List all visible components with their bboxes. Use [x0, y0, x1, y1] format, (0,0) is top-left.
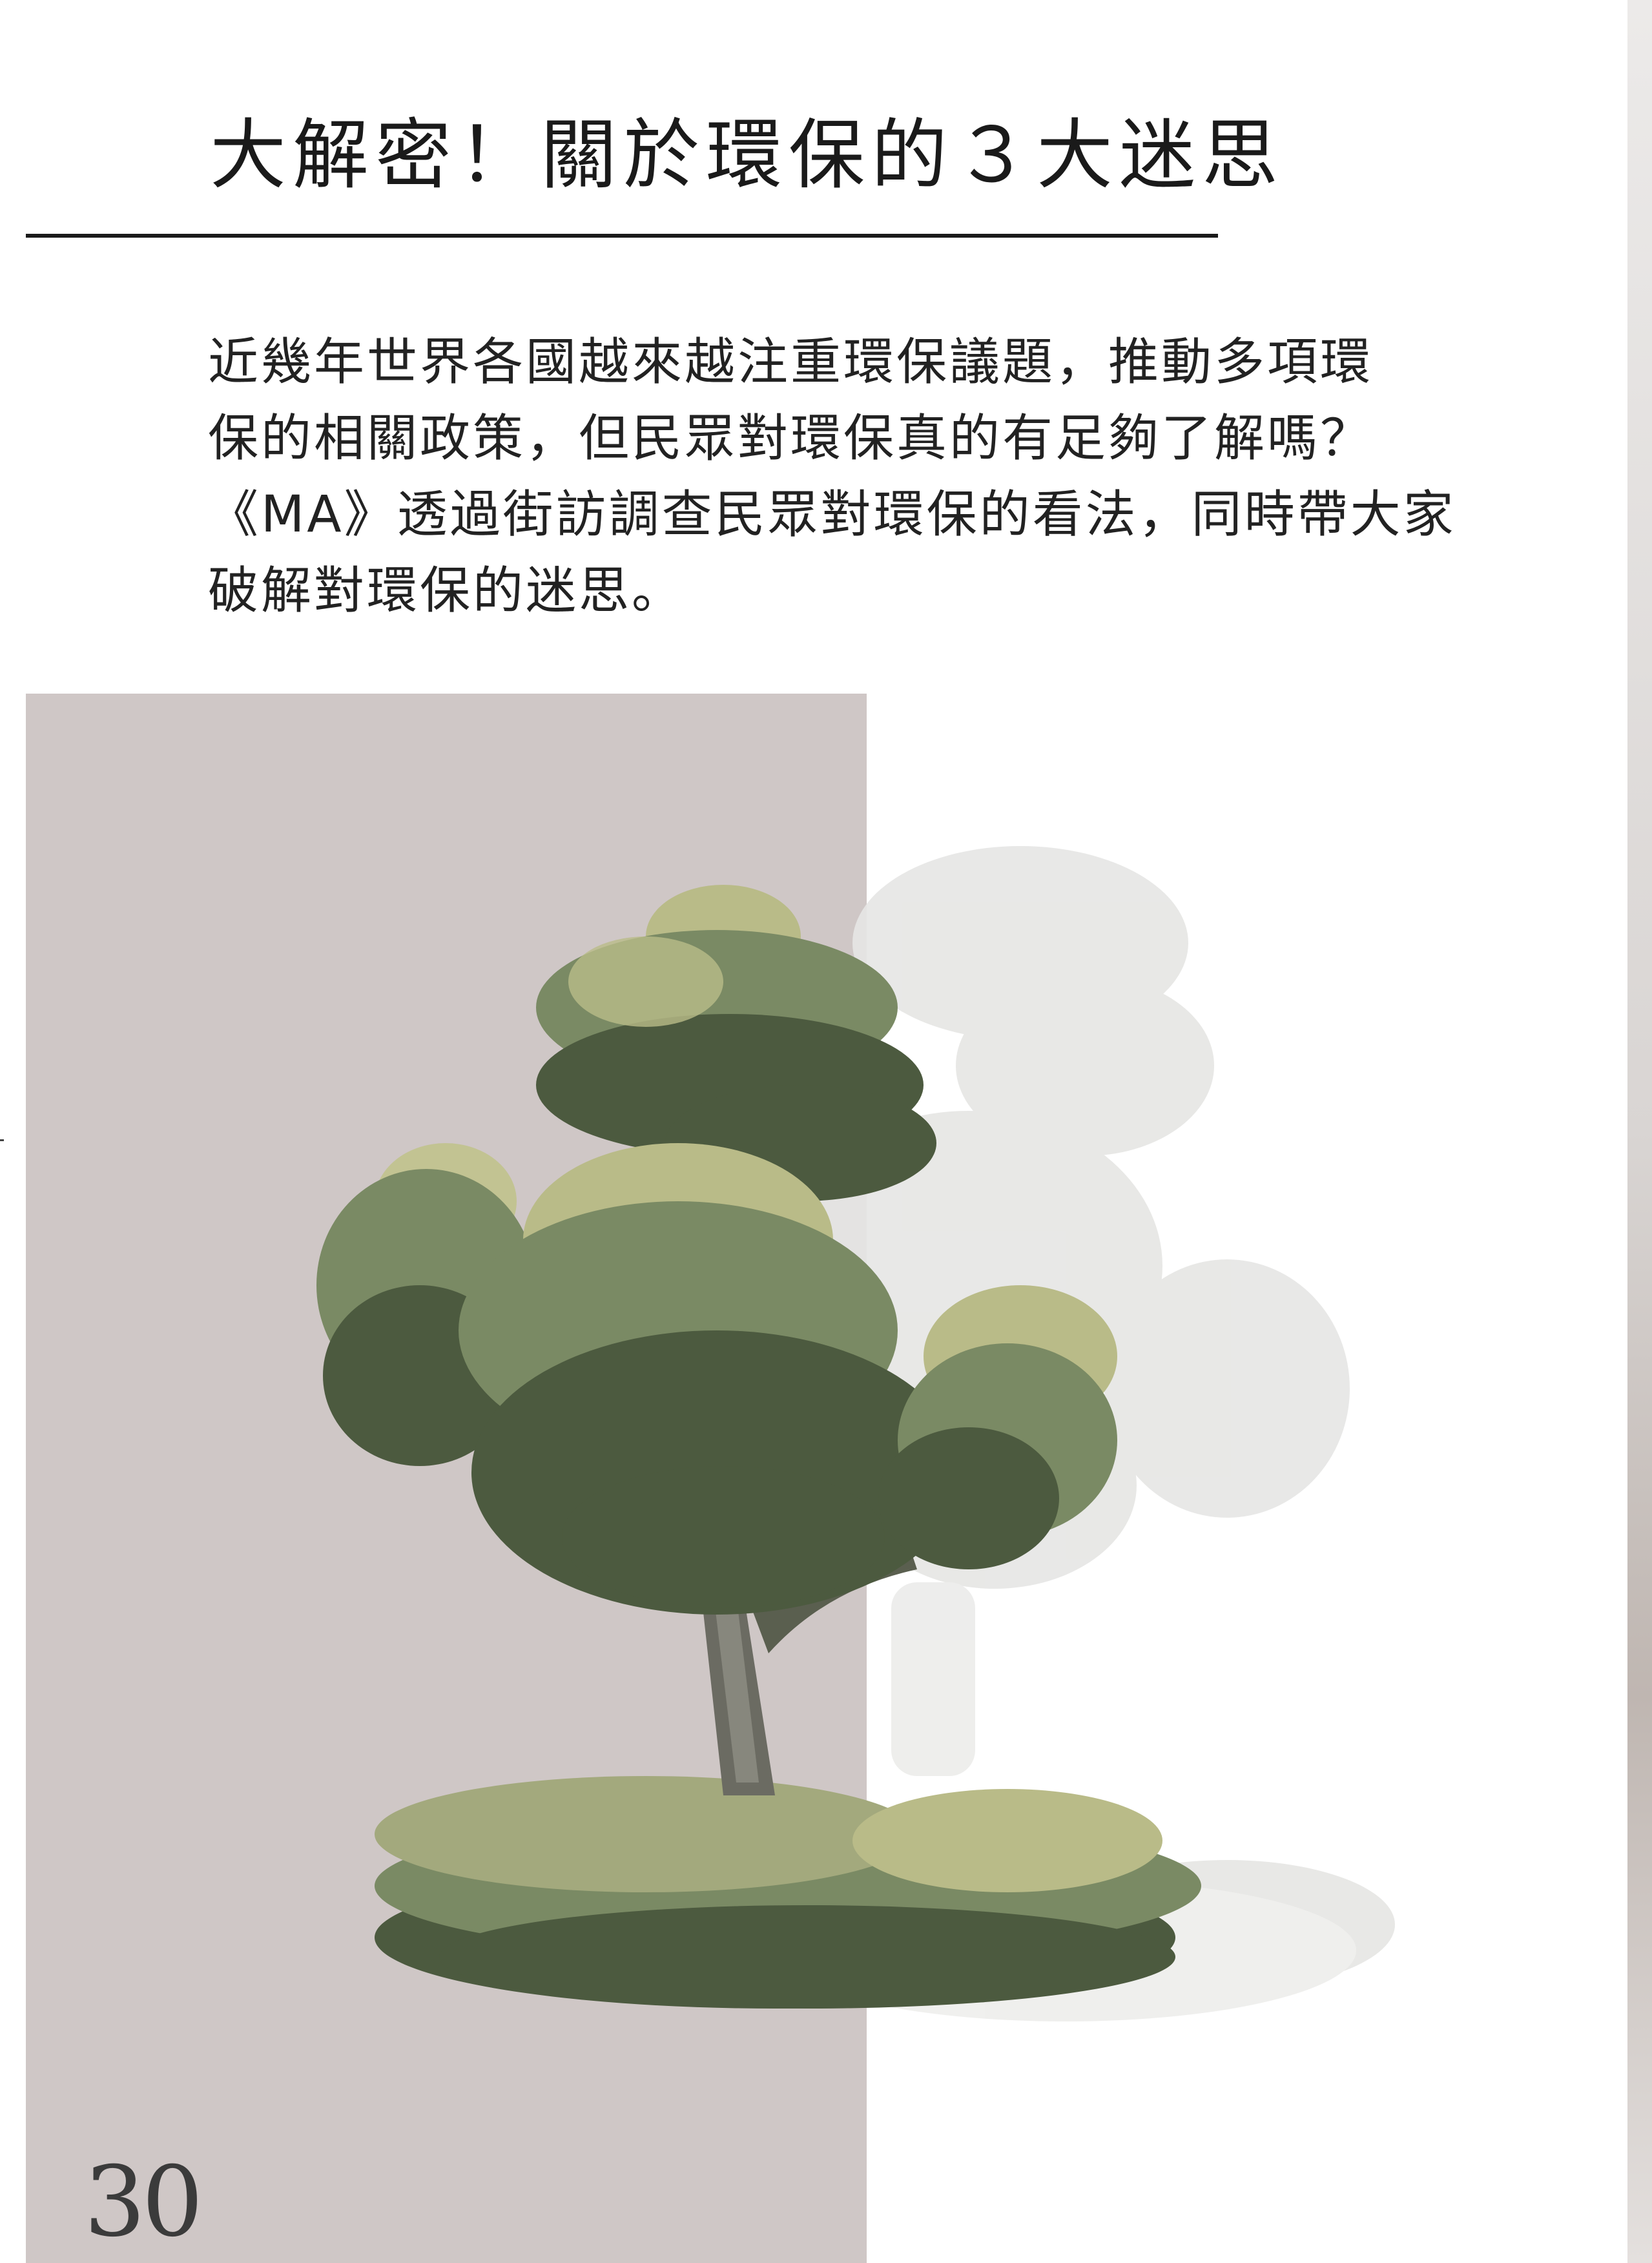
intro-line: 破解對環保的迷思。: [208, 562, 685, 620]
adjacent-page-edge: [1627, 0, 1652, 2263]
article-title: 大解密！關於環保的３大迷思: [210, 110, 1285, 200]
crop-mark: [0, 1139, 4, 1141]
intro-line: 保的相關政策，但民眾對環保真的有足夠了解嗎？: [208, 409, 1374, 468]
title-divider: [26, 234, 1218, 238]
page-number: 30: [84, 2146, 203, 2258]
tree-illustration-icon: [316, 846, 1395, 2021]
intro-line: 近幾年世界各國越來越注重環保議題，推動多項環: [208, 333, 1374, 391]
intro-line: 《MA》透過街訪調查民眾對環保的看法，同時帶大家: [208, 486, 1456, 544]
intro-paragraph: 近幾年世界各國越來越注重環保議題，推動多項環 保的相關政策，但民眾對環保真的有足…: [208, 324, 1493, 629]
